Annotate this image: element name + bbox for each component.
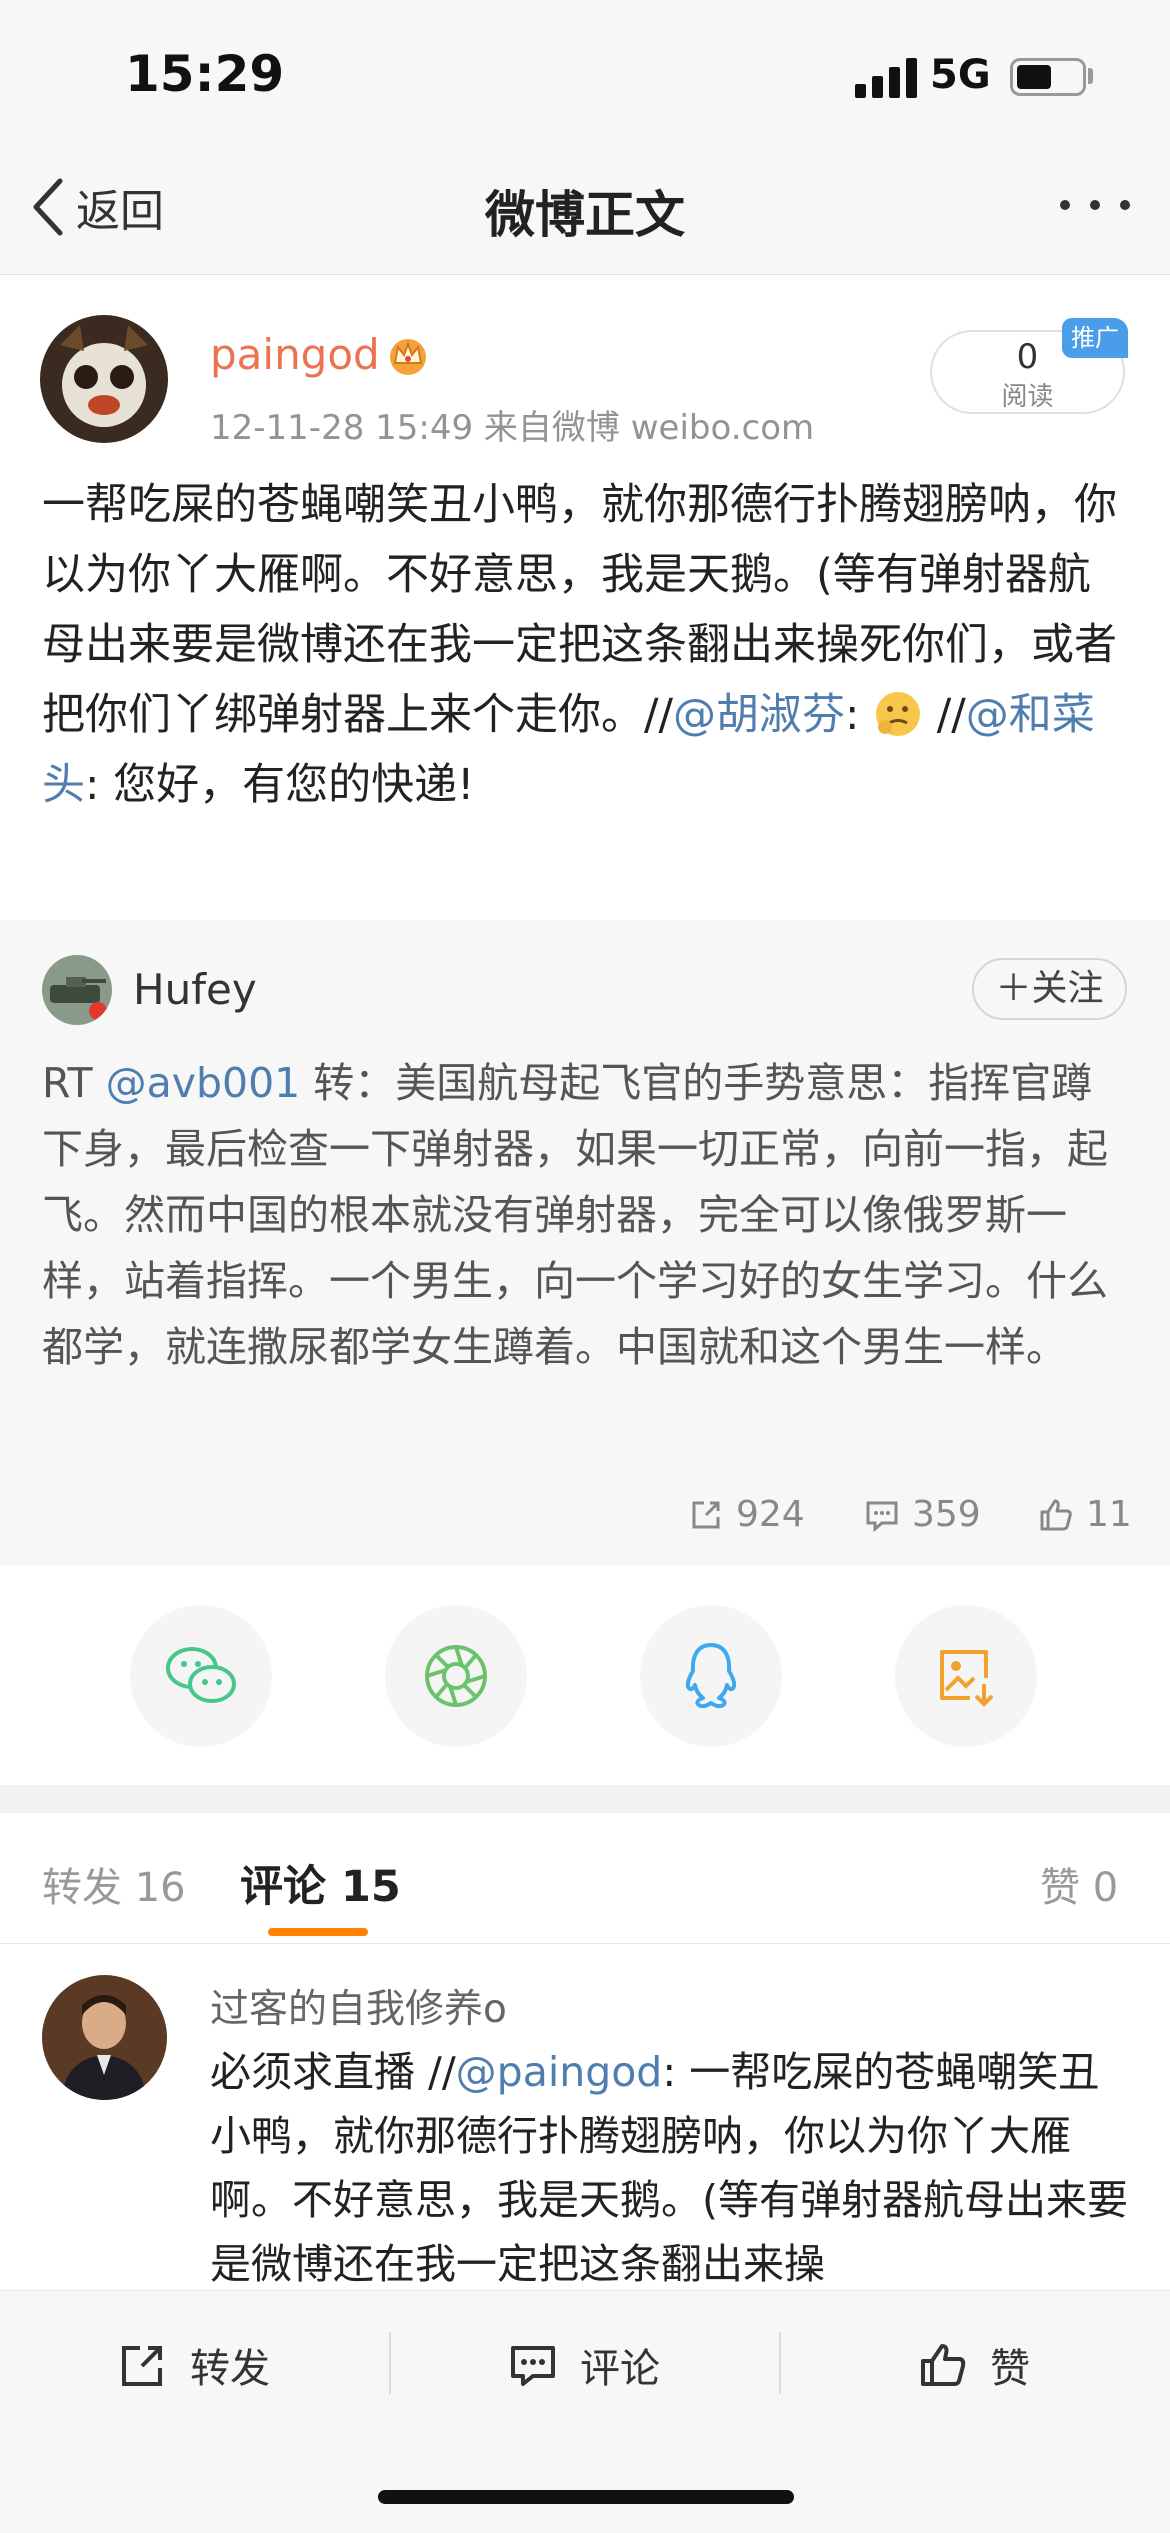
- toolbar-divider: [779, 2332, 781, 2394]
- chevron-left-icon: [33, 178, 63, 236]
- share-icon: [122, 2346, 162, 2386]
- tab-reposts[interactable]: 转发 16: [42, 1855, 186, 1913]
- like-label: 赞: [990, 2346, 1030, 2392]
- repost-count: 924: [736, 1494, 805, 1535]
- network-label: 5G: [930, 52, 991, 98]
- retweet-username[interactable]: Hufey: [133, 965, 257, 1014]
- post-text: : 您好，有您的快递!: [85, 760, 475, 810]
- toolbar-divider: [389, 2332, 391, 2394]
- thumbs-up-icon: [921, 2344, 966, 2386]
- avatar-image: [40, 315, 168, 443]
- retweet-body: RT @avb001 转：美国航母起飞官的手势意思：指挥官蹲下身，最后检查一下弹…: [42, 1050, 1132, 1380]
- follow-button[interactable]: ＋关注: [972, 958, 1127, 1020]
- thinking-emoji-icon: [876, 692, 921, 736]
- mention-link[interactable]: @胡淑芬: [673, 690, 845, 740]
- back-button[interactable]: 返回: [30, 172, 164, 242]
- mention-link[interactable]: @paingod: [456, 2048, 663, 2096]
- comment-avatar-image: [42, 1975, 167, 2100]
- like-button[interactable]: 赞: [918, 2325, 1030, 2405]
- comment-count: 359: [912, 1494, 981, 1535]
- tab-likes[interactable]: 赞 0: [1040, 1855, 1118, 1913]
- qq-icon: [685, 1643, 737, 1709]
- comment-body: 必须求直播 //@paingod: 一帮吃屎的苍蝇嘲笑丑小鸭，就你那德行扑腾翅膀…: [210, 2040, 1130, 2290]
- post-body: 一帮吃屎的苍蝇嘲笑丑小鸭，就你那德行扑腾翅膀呐，你以为你丫大雁啊。不好意思，我是…: [42, 470, 1132, 820]
- comment-avatar[interactable]: [42, 1975, 167, 2100]
- post-text-colon: :: [844, 690, 874, 740]
- wechat-icon: [166, 1647, 236, 1703]
- comment-icon: [511, 2346, 555, 2386]
- home-indicator: [378, 2490, 794, 2504]
- post-text-sep: //: [923, 690, 966, 740]
- comment-button[interactable]: 评论: [508, 2325, 660, 2405]
- retweet-prefix: RT: [42, 1059, 106, 1107]
- page-title: 微博正文: [485, 186, 685, 244]
- battery-cap: [1088, 68, 1093, 84]
- signal-icon: [855, 58, 917, 98]
- save-image-button[interactable]: [895, 1605, 1037, 1747]
- comment-icon: [866, 1501, 898, 1532]
- share-moments-button[interactable]: [385, 1605, 527, 1747]
- thumbs-up-icon: [1040, 1499, 1072, 1530]
- share-icon: [692, 1501, 720, 1528]
- avatar[interactable]: [40, 315, 168, 443]
- retweet-like-stat[interactable]: 11: [1038, 1494, 1132, 1535]
- retweet-avatar[interactable]: [42, 955, 112, 1025]
- share-qq-button[interactable]: [640, 1605, 782, 1747]
- moments-icon: [425, 1645, 487, 1707]
- post-username[interactable]: paingod: [210, 330, 380, 379]
- tab-comments[interactable]: 评论 15: [240, 1852, 401, 1914]
- promo-badge: 推广: [1062, 318, 1128, 358]
- comment-label: 评论: [580, 2346, 660, 2392]
- share-wechat-button[interactable]: [130, 1605, 272, 1747]
- like-count: 11: [1086, 1494, 1132, 1535]
- comment-prefix: 必须求直播 //: [210, 2048, 456, 2096]
- back-label: 返回: [76, 186, 164, 237]
- active-tab-indicator: [268, 1928, 368, 1936]
- read-label: 阅读: [1001, 382, 1054, 412]
- more-icon[interactable]: [1055, 195, 1135, 215]
- retweet-comment-stat[interactable]: 359: [864, 1494, 981, 1535]
- repost-button[interactable]: 转发: [118, 2325, 270, 2405]
- post-meta: 12-11-28 15:49 来自微博 weibo.com: [210, 408, 815, 448]
- section-divider: [0, 1785, 1170, 1813]
- retweet-repost-stat[interactable]: 924: [688, 1494, 805, 1535]
- crown-icon: [390, 339, 426, 375]
- mention-link[interactable]: @avb001: [106, 1059, 301, 1107]
- image-download-icon: [940, 1650, 994, 1707]
- comment-username[interactable]: 过客的自我修养o: [210, 1978, 507, 2034]
- status-time: 15:29: [125, 45, 285, 103]
- battery-level: [1017, 65, 1051, 89]
- repost-label: 转发: [190, 2346, 270, 2392]
- retweet-avatar-image: [42, 955, 112, 1025]
